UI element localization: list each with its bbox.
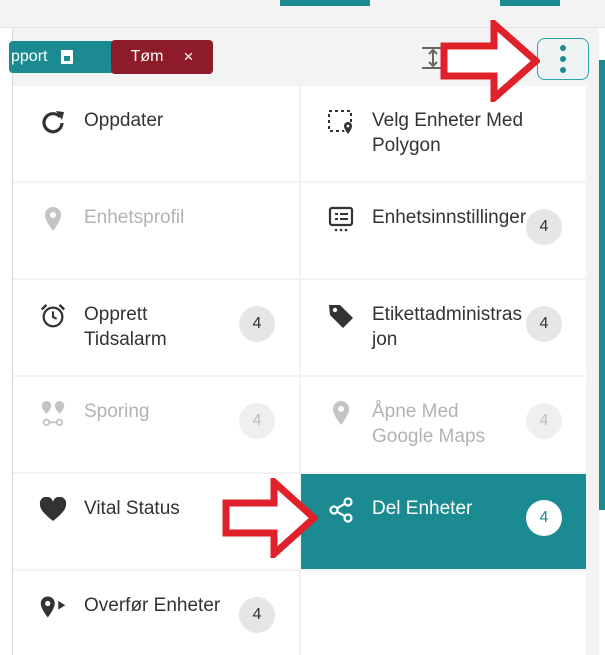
alarm-clock-icon bbox=[39, 302, 67, 330]
menu-item-apne-med-google-maps[interactable]: Åpne Med Google Maps 4 bbox=[301, 377, 588, 474]
count-badge: 4 bbox=[239, 403, 275, 439]
menu-item-label: Vital Status bbox=[84, 498, 180, 519]
menu-item-oppdater[interactable]: Oppdater bbox=[13, 86, 301, 183]
menu-item-velg-enheter-med-polygon[interactable]: Velg Enheter Med Polygon bbox=[301, 86, 588, 183]
actions-panel: pport Tøm × Oppdater Velg Enheter Med Po… bbox=[9, 28, 599, 655]
clear-button[interactable]: Tøm × bbox=[111, 40, 213, 74]
menu-item-label: Sporing bbox=[84, 401, 150, 422]
count-badge: 4 bbox=[526, 403, 562, 439]
menu-item-label: Del Enheter bbox=[372, 498, 473, 519]
menu-item-label: Etikettadministrasjon bbox=[372, 304, 522, 350]
more-options-button[interactable] bbox=[537, 38, 589, 80]
kebab-menu-icon bbox=[560, 45, 566, 51]
menu-item-overfor-enheter[interactable]: Overfør Enheter 4 bbox=[13, 571, 301, 655]
scrollbar[interactable] bbox=[599, 60, 605, 510]
file-icon bbox=[61, 50, 74, 64]
count-badge: 4 bbox=[239, 597, 275, 633]
count-badge: 4 bbox=[239, 500, 275, 536]
toolbar: pport Tøm × bbox=[9, 28, 599, 86]
action-grid: Oppdater Velg Enheter Med Polygon Enhets… bbox=[13, 86, 588, 655]
tracking-icon bbox=[39, 399, 67, 427]
settings-list-icon bbox=[327, 205, 355, 233]
count-badge: 4 bbox=[526, 209, 562, 245]
menu-item-label: Enhetsprofil bbox=[84, 207, 185, 228]
map-pin-icon bbox=[327, 399, 355, 427]
count-badge: 4 bbox=[526, 306, 562, 342]
menu-item-label: Åpne Med Google Maps bbox=[372, 401, 486, 447]
menu-item-label: Overfør Enheter bbox=[84, 595, 221, 616]
refresh-icon bbox=[39, 108, 67, 136]
clear-button-label: Tøm bbox=[130, 48, 164, 65]
export-button-label: pport bbox=[11, 48, 48, 65]
count-badge: 4 bbox=[239, 306, 275, 342]
menu-item-del-enheter[interactable]: Del Enheter 4 bbox=[301, 474, 588, 571]
transfer-icon bbox=[39, 593, 67, 621]
count-badge: 4 bbox=[526, 500, 562, 536]
menu-item-label: Opprett Tidsalarm bbox=[84, 304, 167, 350]
polygon-select-icon bbox=[327, 108, 355, 136]
menu-item-etikettadministrasjon[interactable]: Etikettadministrasjon 4 bbox=[301, 280, 588, 377]
menu-item-opprett-tidsalarm[interactable]: Opprett Tidsalarm 4 bbox=[13, 280, 301, 377]
export-button[interactable]: pport bbox=[9, 41, 115, 73]
menu-item-label: Oppdater bbox=[84, 110, 164, 131]
share-icon bbox=[327, 496, 355, 524]
expand-vertical-icon[interactable] bbox=[420, 46, 446, 70]
menu-item-label: Velg Enheter Med Polygon bbox=[372, 110, 524, 156]
top-accent-bar bbox=[280, 0, 370, 6]
heart-icon bbox=[39, 496, 67, 524]
top-accent-bar bbox=[500, 0, 560, 6]
menu-item-label: Enhetsinnstillinger bbox=[372, 207, 527, 228]
menu-item-vital-status[interactable]: Vital Status 4 bbox=[13, 474, 301, 571]
menu-item-sporing[interactable]: Sporing 4 bbox=[13, 377, 301, 474]
top-strip bbox=[0, 0, 605, 28]
empty-cell bbox=[301, 571, 588, 655]
close-icon: × bbox=[183, 47, 194, 66]
tag-icon bbox=[327, 302, 355, 330]
menu-item-enhetsprofil[interactable]: Enhetsprofil bbox=[13, 183, 301, 280]
menu-item-enhetsinnstillinger[interactable]: Enhetsinnstillinger 4 bbox=[301, 183, 588, 280]
lines-icon[interactable] bbox=[487, 46, 513, 70]
location-pin-icon bbox=[39, 205, 67, 233]
